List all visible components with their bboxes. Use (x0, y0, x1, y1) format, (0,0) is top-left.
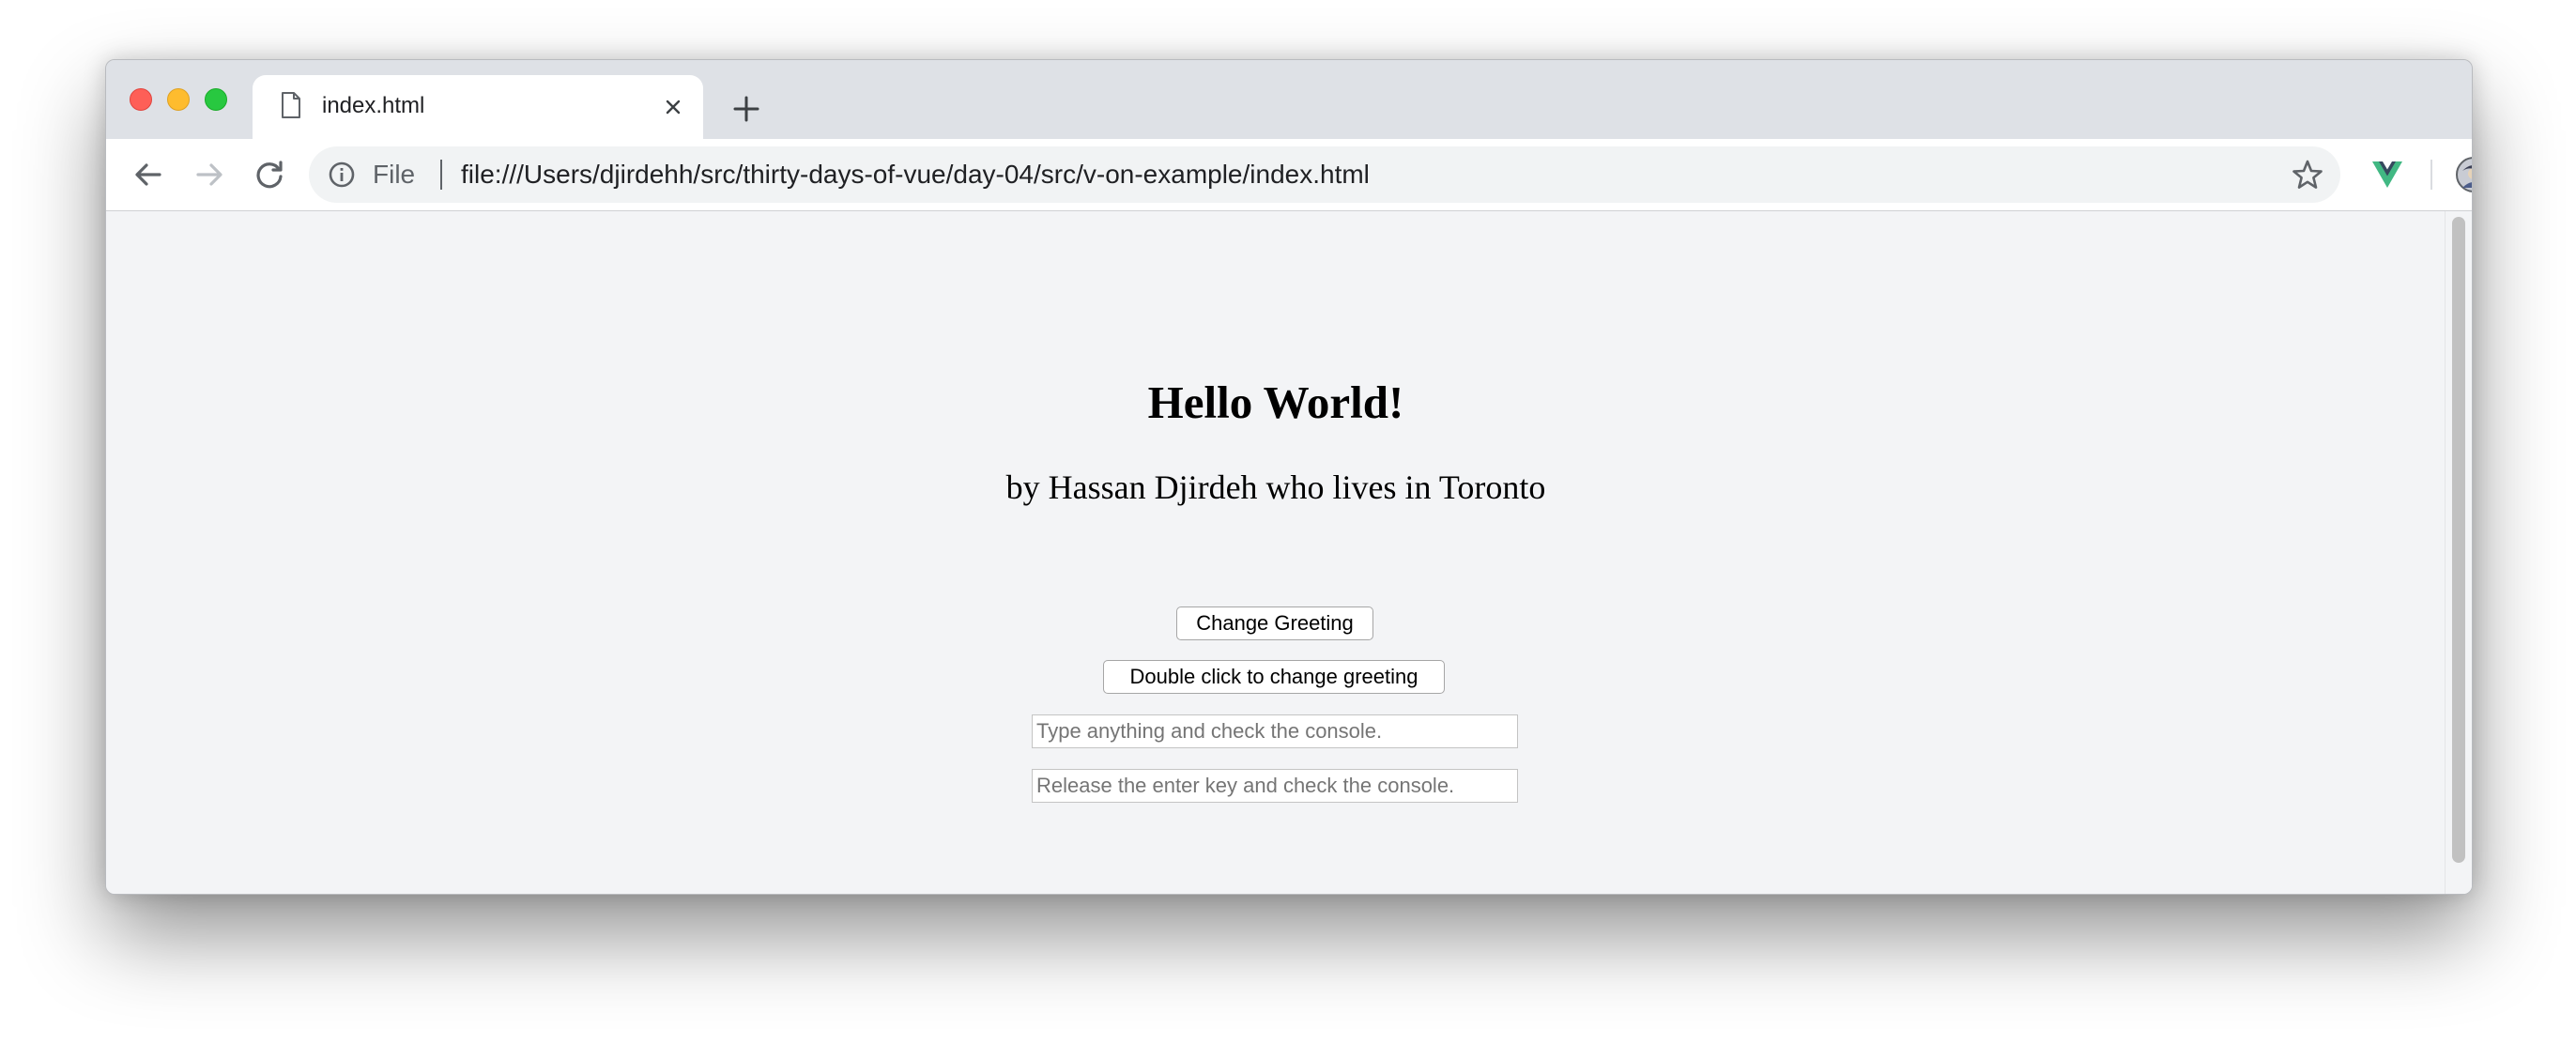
page-viewport: Hello World! by Hassan Djirdeh who lives… (106, 211, 2472, 894)
plus-icon[interactable] (729, 92, 763, 126)
toolbar-divider (2430, 160, 2432, 190)
file-icon (282, 92, 300, 118)
star-icon[interactable] (2292, 159, 2323, 191)
window-minimize-button[interactable] (167, 88, 190, 111)
url-scheme-label: File (373, 160, 416, 189)
address-bar[interactable]: File file:///Users/djirdehh/src/thirty-d… (309, 146, 2340, 203)
tab-index-html[interactable]: index.html (253, 75, 703, 139)
double-click-greeting-button[interactable]: Double click to change greeting (1103, 660, 1445, 694)
avatar-icon[interactable] (2455, 156, 2473, 193)
browser-toolbar: File file:///Users/djirdehh/src/thirty-d… (106, 139, 2472, 211)
change-greeting-button[interactable]: Change Greeting (1176, 606, 1373, 640)
greeting-heading: Hello World! (1147, 376, 1404, 428)
back-arrow-icon[interactable] (130, 156, 167, 193)
vertical-scrollbar[interactable] (2445, 211, 2472, 894)
browser-window: index.html File file:///Users/djirdehh/s… (105, 59, 2473, 895)
vue-devtools-icon[interactable] (2369, 156, 2406, 193)
window-maximize-button[interactable] (205, 88, 227, 111)
page-body: Hello World! by Hassan Djirdeh who lives… (106, 211, 2446, 894)
screenshot-stage: index.html File file:///Users/djirdehh/s… (0, 0, 2576, 1044)
close-icon[interactable] (660, 94, 686, 120)
enter-key-input[interactable] (1032, 769, 1518, 803)
type-anything-input[interactable] (1032, 714, 1518, 748)
url-text[interactable]: file:///Users/djirdehh/src/thirty-days-o… (461, 159, 1370, 191)
reload-icon[interactable] (251, 156, 288, 193)
info-icon[interactable] (328, 161, 356, 189)
window-close-button[interactable] (130, 88, 152, 111)
forward-arrow-icon[interactable] (191, 156, 228, 193)
url-separator (440, 160, 442, 190)
tab-title: index.html (322, 93, 425, 118)
author-byline: by Hassan Djirdeh who lives in Toronto (1005, 468, 1546, 506)
scrollbar-thumb[interactable] (2452, 217, 2465, 863)
tab-strip: index.html (106, 60, 2472, 139)
